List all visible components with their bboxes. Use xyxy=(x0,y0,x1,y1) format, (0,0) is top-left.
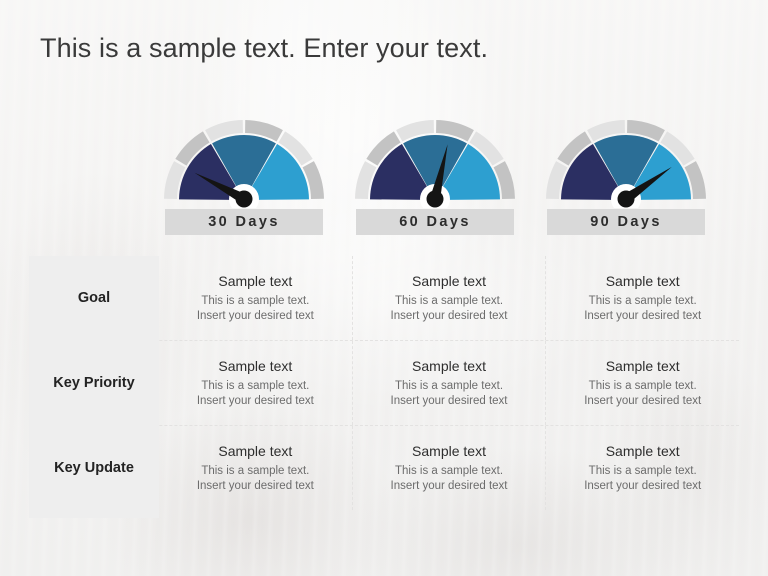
cell-body-line-2: Insert your desired text xyxy=(196,394,314,407)
gauge-dial-icon xyxy=(164,120,324,208)
cell-heading: Sample text xyxy=(605,357,680,374)
table-cell-r1-c0[interactable]: Sample text This is a sample text. Insert … xyxy=(159,341,353,425)
page-title: This is a sample text. Enter your text. xyxy=(40,33,489,63)
gauge-label-30-days: 30 Days xyxy=(208,214,280,230)
cell-body-line-1: This is a sample text. xyxy=(588,294,697,307)
gauge-label-band-60-days: 60 Days xyxy=(356,209,514,235)
table-cell-r2-c1[interactable]: Sample text This is a sample text. Insert … xyxy=(353,426,547,510)
gauge-dial-icon xyxy=(546,120,706,208)
row-label-cell-0: Goal xyxy=(29,256,159,340)
cell-heading: Sample text xyxy=(605,442,680,459)
cell-body-line-2: Insert your desired text xyxy=(390,309,508,322)
cell-body-line-1: This is a sample text. xyxy=(395,379,504,392)
cell-body-line-2: Insert your desired text xyxy=(196,479,314,492)
cell-heading: Sample text xyxy=(605,272,680,289)
table-row: Goal Sample text This is a sample text. Ins… xyxy=(29,256,739,341)
row-cells: Sample text This is a sample text. Insert … xyxy=(159,256,739,340)
table-cell-r0-c0[interactable]: Sample text This is a sample text. Insert … xyxy=(159,256,353,340)
gauge-card-30-days[interactable]: 30 Days xyxy=(148,112,340,240)
cell-heading: Sample text xyxy=(412,357,486,374)
table-cell-r2-c0[interactable]: Sample text This is a sample text. Insert … xyxy=(159,426,353,510)
table-row: Key Update Sample text This is a sample te… xyxy=(29,426,739,510)
cell-body-line-2: Insert your desired text xyxy=(584,309,702,322)
row-cells: Sample text This is a sample text. Insert … xyxy=(159,426,739,510)
row-label: Key Update xyxy=(54,460,134,476)
gauge-needle-pivot xyxy=(426,190,444,208)
gauge-label-band-30-days: 30 Days xyxy=(165,209,323,235)
cell-heading: Sample text xyxy=(412,272,486,289)
row-label: Key Priority xyxy=(53,375,135,391)
gauge-label-90-days: 90 Days xyxy=(590,214,662,230)
row-label: Goal xyxy=(77,290,111,306)
cell-body-line-2: Insert your desired text xyxy=(584,479,702,492)
slide-canvas: This is a sample text. Enter your text. … xyxy=(0,0,768,576)
table-cell-r2-c2[interactable]: Sample text This is a sample text. Insert … xyxy=(546,426,739,510)
cell-heading: Sample text xyxy=(218,442,293,459)
table-cell-r1-c1[interactable]: Sample text This is a sample text. Insert … xyxy=(353,341,547,425)
gauge-label-band-90-days: 90 Days xyxy=(547,209,705,235)
gauge-dial-icon xyxy=(355,120,515,208)
table-cell-r0-c1[interactable]: Sample text This is a sample text. Insert … xyxy=(353,256,547,340)
cell-heading: Sample text xyxy=(218,357,293,374)
cell-body-line-1: This is a sample text. xyxy=(395,464,504,477)
cell-body-line-1: This is a sample text. xyxy=(395,294,504,307)
row-cells: Sample text This is a sample text. Insert … xyxy=(159,341,739,425)
cell-heading: Sample text xyxy=(218,272,293,289)
gauge-card-60-days[interactable]: 60 Days xyxy=(339,112,531,240)
table-cell-r1-c2[interactable]: Sample text This is a sample text. Insert … xyxy=(546,341,739,425)
cell-body-line-2: Insert your desired text xyxy=(584,394,702,407)
gauge-label-60-days: 60 Days xyxy=(399,214,471,230)
cell-body-line-1: This is a sample text. xyxy=(201,464,310,477)
cell-heading: Sample text xyxy=(412,442,486,459)
table-row: Key Priority Sample text This is a sample … xyxy=(29,341,739,426)
gauge-needle-pivot xyxy=(235,190,253,208)
cell-body-line-1: This is a sample text. xyxy=(588,464,697,477)
gauge-card-90-days[interactable]: 90 Days xyxy=(530,112,722,240)
gauge-needle-pivot xyxy=(617,190,635,208)
comparison-matrix: Goal Sample text This is a sample text. Ins… xyxy=(29,256,739,518)
cell-body-line-1: This is a sample text. xyxy=(588,379,697,392)
cell-body-line-1: This is a sample text. xyxy=(201,379,310,392)
cell-body-line-2: Insert your desired text xyxy=(390,479,508,492)
gauge-row: 30 Days 60 Days 90 Days xyxy=(0,112,768,240)
table-cell-r0-c2[interactable]: Sample text This is a sample text. Insert … xyxy=(546,256,739,340)
row-label-cell-1: Key Priority xyxy=(29,341,159,425)
cell-body-line-2: Insert your desired text xyxy=(196,309,314,322)
cell-body-line-1: This is a sample text. xyxy=(201,294,310,307)
row-label-cell-2: Key Update xyxy=(29,426,159,510)
cell-body-line-2: Insert your desired text xyxy=(390,394,508,407)
